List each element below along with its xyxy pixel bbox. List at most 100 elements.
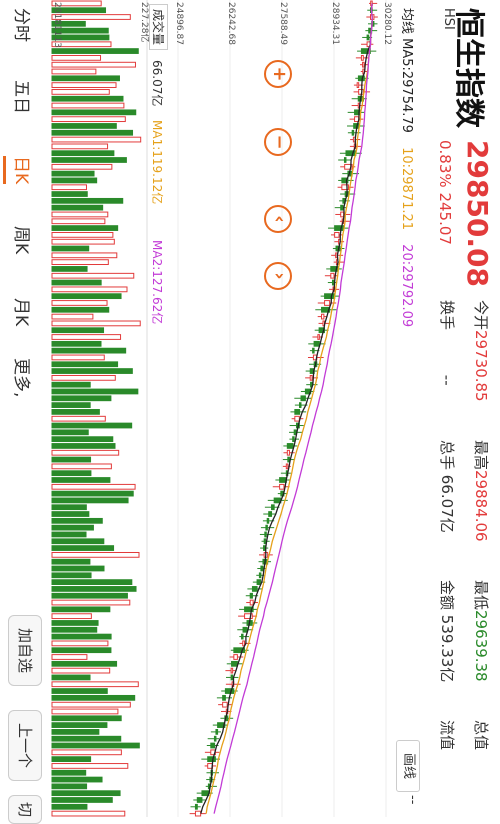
volume-bar [51,470,92,477]
ma20-line [213,3,373,814]
volume-bar [51,191,88,197]
volume-bar [51,415,106,422]
volume-bar [51,626,98,633]
candle-body [334,225,345,231]
volume-bar [51,374,116,381]
candle-body [256,579,262,585]
tab-monthly-k[interactable]: 月K [11,298,36,326]
volume-bar [51,729,100,735]
volume-bar [51,225,119,231]
ma5-label: 均线 MA5:29754.79 [399,8,414,133]
volume-bar [51,654,88,660]
volume-bar [51,354,105,361]
volume-bar [51,586,137,592]
volume-bar [51,504,87,511]
volume-bar [51,327,105,334]
tab-weekly-k[interactable]: 周K [11,226,36,254]
volume-bar [51,565,105,572]
volume-bar [51,545,115,551]
volume-bar [51,633,112,640]
stat-turnover: 换手 -- [438,300,456,386]
volume-bar [51,163,113,170]
volume-bar [51,320,141,327]
candle-body [266,517,270,524]
volume-ma1: MA1:119.12亿 [150,120,164,205]
volume-bar [51,136,142,143]
tab-daily-k[interactable]: 日K [11,156,36,184]
candle-body [279,483,285,490]
volume-bar [51,572,92,579]
zoom-in-icon[interactable]: + [264,60,292,88]
tab-more[interactable]: 更多, [11,358,36,397]
volume-bar [51,204,104,211]
candles [189,0,378,817]
kline-chart-area[interactable]: 30280.12 28934.31 27588.49 26242.68 2489… [0,0,392,817]
volume-bar [51,463,112,470]
switch-button[interactable]: 切 [8,795,42,824]
tab-five-day[interactable]: 五日 [11,80,36,114]
volume-bar [51,95,124,102]
zoom-out-icon[interactable]: − [264,128,292,156]
move-right-icon[interactable]: › [264,262,292,290]
volume-bar [51,252,118,259]
add-watchlist-button[interactable]: 加自选 [8,615,42,687]
volume-bar [51,606,111,613]
candle-body [222,694,226,701]
volume-bar [51,803,88,810]
candle-body [324,293,336,300]
price-tick: 28934.31 [330,2,340,45]
volume-bar [51,797,113,803]
volume-bar [51,306,110,313]
previous-button[interactable]: 上一个 [8,710,42,782]
volume-bar [51,763,129,769]
candle-body [313,340,320,347]
volume-bar [51,449,120,456]
candle-body [299,402,302,408]
volume-bar [51,123,117,129]
candle-body [210,742,216,749]
volume-bar [51,551,140,558]
price-tick: 24896.87 [174,2,184,45]
volume-bar [51,218,106,225]
index-code: HSI [441,8,456,30]
draw-line-button[interactable]: 画线 [396,740,420,792]
tab-intraday[interactable]: 分时 [11,8,36,42]
volume-bar [51,810,126,817]
volume-bar [51,715,122,722]
date-label: 20181113 [52,2,62,48]
candle-body [264,531,267,538]
change-abs: 245.07 [436,192,454,245]
volume-bar [51,129,134,136]
candle-body [215,729,219,735]
candle-body [194,803,198,810]
volume-bar [51,361,119,368]
volume-bar [51,61,136,68]
edge-dash: -- [405,795,420,805]
kline-svg [51,0,387,817]
volume-bar [51,14,131,20]
volume-bar [51,334,122,340]
volume-bar [51,232,114,238]
move-left-icon[interactable]: ‹ [264,205,292,233]
candle-body [317,334,320,340]
stat-amount: 金额 539.33亿 [438,580,456,683]
candle-body [300,395,306,402]
stat-float-value: 流值 [438,720,456,751]
candle-body [321,313,325,320]
volume-bar [51,694,136,701]
candle-body [286,443,294,449]
ma20-label: 20:29792.09 [399,244,414,328]
stat-open: 今开29730.85 [472,300,490,402]
volume-bar [51,558,91,565]
candle-body [340,204,344,211]
change: 0.83% 245.07 [436,140,454,245]
volume-bar [51,245,90,252]
change-pct: 0.83% [436,140,454,188]
candle-body [351,129,355,136]
candle-body [233,654,238,660]
volume-bar [51,395,112,402]
volume-bar [51,54,102,61]
candle-body [345,150,357,157]
volume-bar [51,579,133,585]
volume-bar [51,150,115,157]
